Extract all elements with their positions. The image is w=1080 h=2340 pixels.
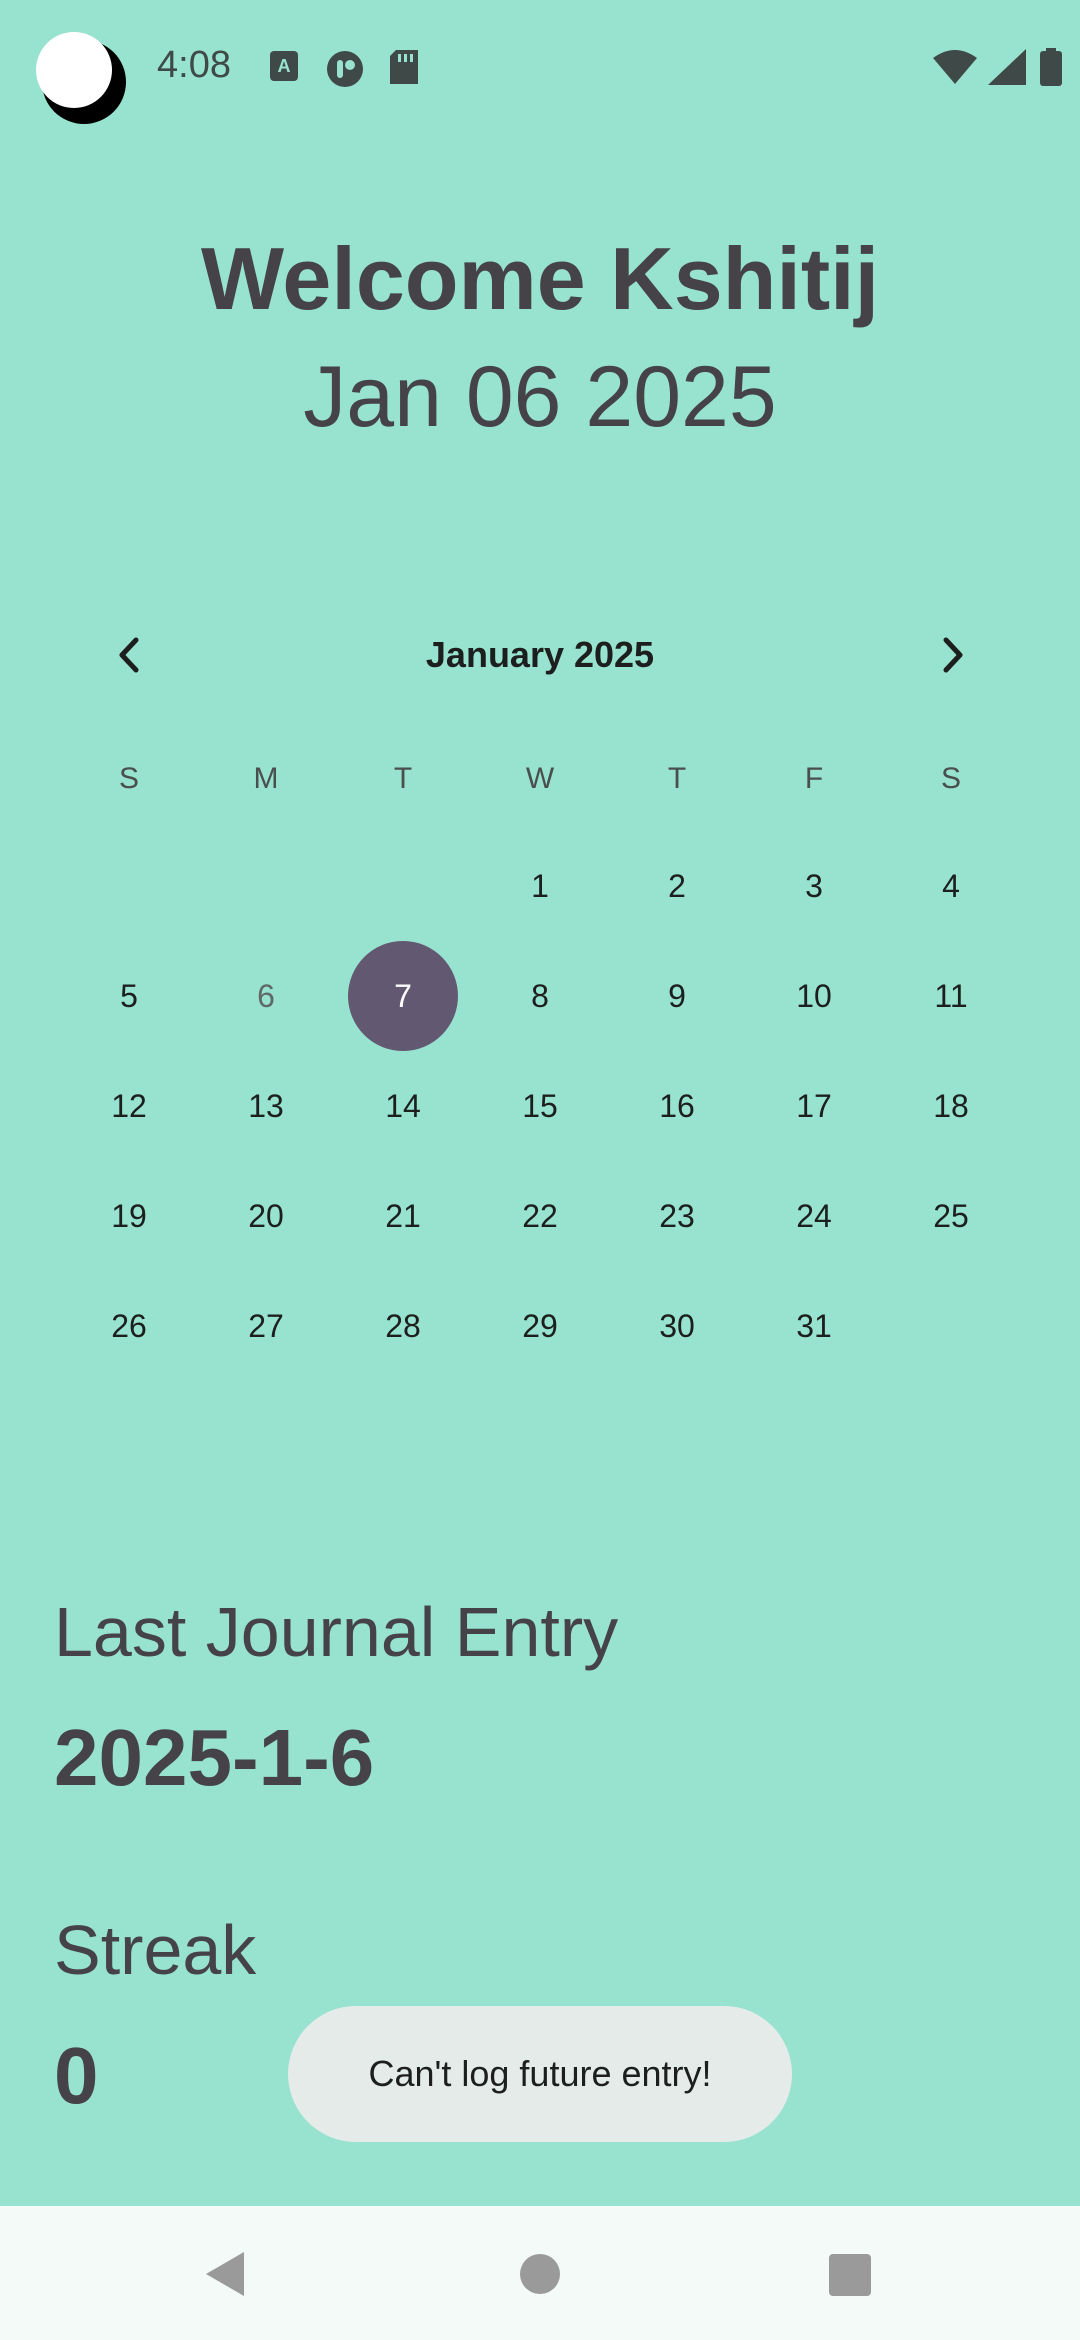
calendar-day[interactable]: 14: [348, 1051, 458, 1161]
calendar-day[interactable]: 5: [74, 941, 184, 1051]
calendar-day[interactable]: 23: [622, 1161, 732, 1271]
recents-icon[interactable]: [829, 2254, 871, 2296]
calendar-day[interactable]: 9: [622, 941, 732, 1051]
wifi-icon: [933, 50, 978, 84]
calendar-day[interactable]: 4: [896, 831, 1006, 941]
toast-message: Can't log future entry!: [288, 2006, 792, 2142]
weekday-label: W: [525, 762, 555, 795]
calendar-day[interactable]: 20: [211, 1161, 321, 1271]
calendar-day[interactable]: 21: [348, 1161, 458, 1271]
sd-card-icon: [390, 50, 418, 84]
calendar-day[interactable]: 3: [759, 831, 869, 941]
status-time: 4:08: [157, 44, 231, 86]
streak-value: 0: [54, 2031, 99, 2120]
calendar-day[interactable]: 15: [485, 1051, 595, 1161]
calendar-day[interactable]: 2: [622, 831, 732, 941]
weekday-label: T: [667, 762, 687, 795]
weekday-label: F: [804, 762, 824, 795]
calendar-day-selected[interactable]: 7: [348, 941, 458, 1051]
calendar-day[interactable]: 16: [622, 1051, 732, 1161]
status-bar: 4:08 A: [0, 0, 1080, 140]
calendar-day[interactable]: 1: [485, 831, 595, 941]
battery-icon: [1040, 48, 1062, 86]
calendar-day[interactable]: 30: [622, 1271, 732, 1381]
calendar-header: January 2025: [0, 620, 1080, 690]
weekday-label: T: [393, 762, 413, 795]
last-entry-label: Last Journal Entry: [54, 1593, 619, 1671]
calendar-day[interactable]: 10: [759, 941, 869, 1051]
current-date: Jan 06 2025: [303, 349, 777, 445]
calendar-day[interactable]: 12: [74, 1051, 184, 1161]
weekday-label: M: [253, 762, 279, 795]
back-icon[interactable]: [204, 2250, 246, 2298]
calendar-day[interactable]: 27: [211, 1271, 321, 1381]
calendar-day[interactable]: 19: [74, 1161, 184, 1271]
home-icon[interactable]: [520, 2254, 560, 2294]
chevron-right-icon[interactable]: [928, 630, 978, 680]
calendar-day[interactable]: 26: [74, 1271, 184, 1381]
calendar-day[interactable]: 22: [485, 1161, 595, 1271]
system-icons: [933, 48, 1062, 86]
welcome-title: Welcome Kshitij: [200, 229, 880, 328]
calendar-day[interactable]: 25: [896, 1161, 1006, 1271]
calendar-day[interactable]: 28: [348, 1271, 458, 1381]
calendar-day[interactable]: 18: [896, 1051, 1006, 1161]
calendar-day[interactable]: 17: [759, 1051, 869, 1161]
a-keyboard-icon: A: [270, 51, 298, 81]
calendar-day[interactable]: 6: [211, 941, 321, 1051]
calendar-day[interactable]: 31: [759, 1271, 869, 1381]
weekday-label: S: [940, 762, 961, 795]
calendar-day[interactable]: 11: [896, 941, 1006, 1051]
moon-app-icon: [36, 32, 126, 124]
streak-label: Streak: [54, 1911, 257, 1989]
signal-icon: [987, 49, 1026, 85]
calendar-day[interactable]: 13: [211, 1051, 321, 1161]
calendar-month-label: January 2025: [425, 634, 655, 675]
calendar-day[interactable]: 8: [485, 941, 595, 1051]
system-nav-bar: [0, 2206, 1080, 2340]
weekday-label: S: [118, 762, 139, 795]
svg-text:A: A: [278, 56, 291, 76]
calendar-day[interactable]: 29: [485, 1271, 595, 1381]
calendar-day[interactable]: 24: [759, 1161, 869, 1271]
last-entry-value: 2025-1-6: [54, 1713, 375, 1802]
sync-icon: [327, 51, 363, 87]
